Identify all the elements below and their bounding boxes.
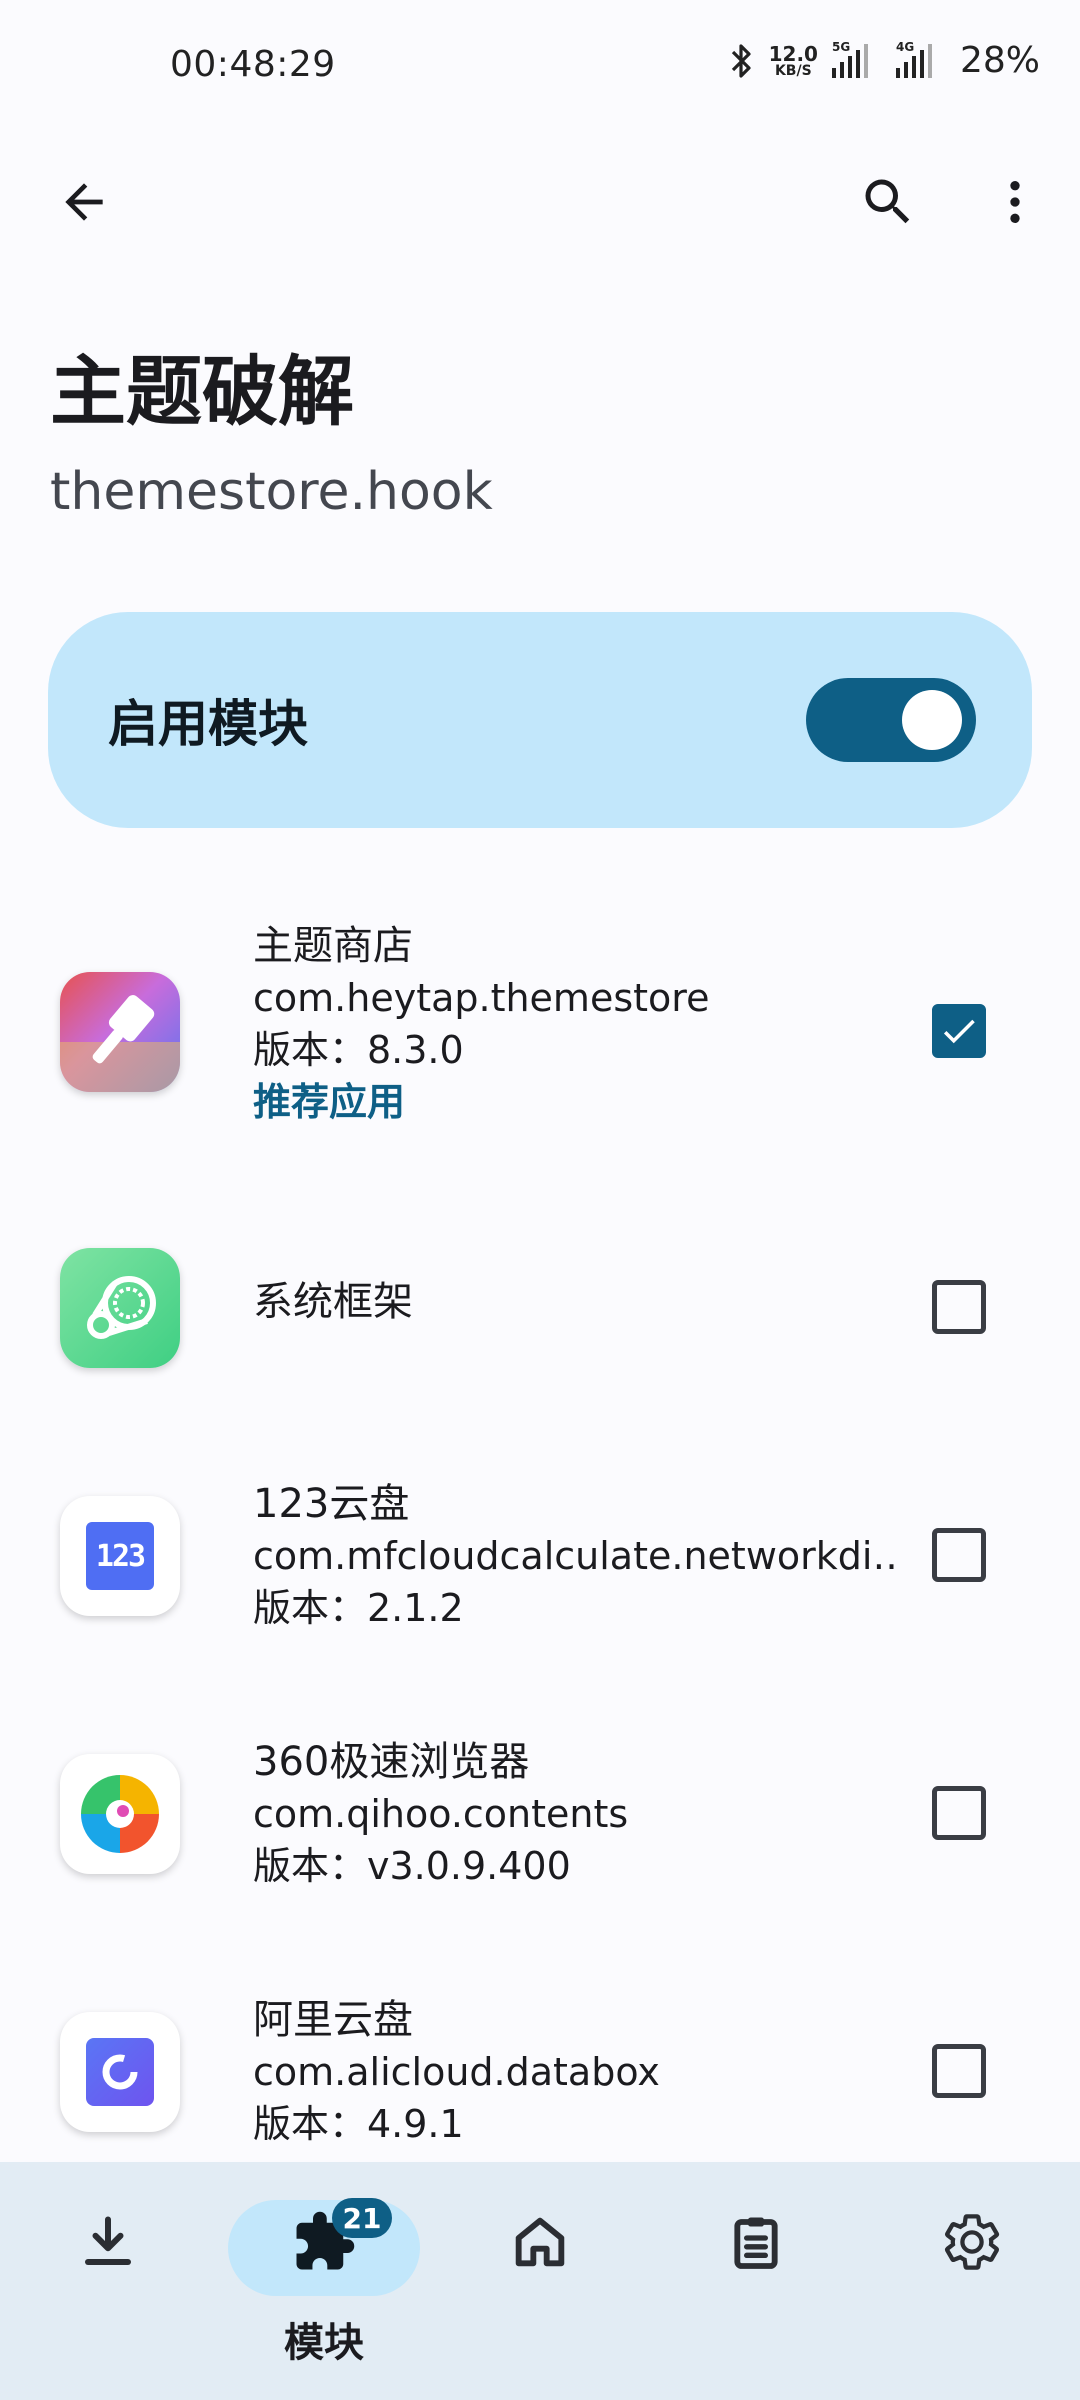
battery-level: 28% — [959, 40, 1040, 81]
app-name: 系统框架 — [253, 1279, 413, 1325]
more-options-button[interactable] — [975, 162, 1055, 242]
app-info: 360极速浏览器 com.qihoo.contents 版本：v3.0.9.40… — [253, 1736, 930, 1892]
app-version: 版本：4.9.1 — [253, 2102, 464, 2146]
bottom-navigation: 21 模块 — [0, 2162, 1080, 2400]
home-icon — [515, 2217, 565, 2267]
enable-module-switch[interactable] — [806, 678, 976, 762]
app-info: 系统框架 — [253, 1276, 930, 1328]
app-checkbox-system-framework[interactable] — [932, 1280, 986, 1334]
app-checkbox-360-browser[interactable] — [932, 1786, 986, 1840]
module-package-name: themestore.hook — [50, 462, 493, 522]
nav-item-settings[interactable] — [912, 2202, 1032, 2282]
aliyun-logo-mark — [86, 2038, 154, 2106]
bluetooth-icon — [731, 43, 751, 78]
status-time: 00:48:29 — [170, 44, 336, 85]
status-icons: 12.0 KB/S 5G 4G 28% — [729, 40, 1040, 81]
app-name: 主题商店 — [253, 923, 413, 969]
123-logo-mark: 123 — [86, 1522, 154, 1590]
gear-icon — [944, 2214, 1000, 2270]
app-package: com.mfcloudcalculate.networkdi‥ — [253, 1534, 898, 1578]
network-speed: 12.0 KB/S — [768, 41, 818, 79]
123pan-app-icon: 123 — [60, 1496, 180, 1616]
enable-module-label: 启用模块 — [108, 695, 308, 753]
switch-thumb — [902, 690, 962, 750]
search-icon — [865, 179, 910, 224]
app-version: 版本：v3.0.9.400 — [253, 1844, 571, 1888]
nav-label-modules: 模块 — [284, 2320, 364, 2366]
gear-belt-icon — [87, 1276, 156, 1339]
app-checkbox-123pan[interactable] — [932, 1528, 986, 1582]
nav-item-logs[interactable] — [696, 2202, 816, 2282]
app-name: 360极速浏览器 — [253, 1739, 530, 1785]
recommended-tag: 推荐应用 — [253, 1080, 406, 1124]
pinwheel-icon — [81, 1775, 159, 1853]
enable-module-card[interactable]: 启用模块 — [48, 612, 1032, 828]
cloud-ring-icon — [102, 2054, 138, 2090]
app-name: 阿里云盘 — [253, 1997, 413, 2043]
arrow-back-icon — [65, 183, 103, 221]
back-button[interactable] — [44, 162, 124, 242]
app-info: 主题商店 com.heytap.themestore 版本：8.3.0 推荐应用 — [253, 920, 930, 1128]
download-icon — [85, 2216, 131, 2265]
app-item-themestore[interactable]: 主题商店 com.heytap.themestore 版本：8.3.0 推荐应用 — [0, 920, 1080, 1160]
app-checkbox-themestore[interactable] — [932, 1004, 986, 1058]
app-name: 123云盘 — [253, 1481, 410, 1527]
app-package: com.heytap.themestore — [253, 976, 710, 1020]
aliyun-drive-app-icon — [60, 2012, 180, 2132]
app-item-system-framework[interactable]: 系统框架 — [0, 1240, 1080, 1370]
clipboard-icon — [734, 2217, 778, 2269]
system-framework-app-icon — [60, 1248, 180, 1368]
signal-4g-icon: 4G — [895, 40, 946, 78]
signal-5g-icon: 5G — [831, 40, 882, 78]
app-version: 版本：2.1.2 — [253, 1586, 464, 1630]
app-item-360-browser[interactable]: 360极速浏览器 com.qihoo.contents 版本：v3.0.9.40… — [0, 1736, 1080, 1916]
check-icon — [943, 1019, 975, 1044]
app-version: 版本：8.3.0 — [253, 1028, 464, 1072]
app-package: com.alicloud.databox — [253, 2050, 660, 2094]
paint-brush-icon — [60, 995, 180, 1092]
search-button[interactable] — [848, 162, 928, 242]
page-title: 主题破解 — [50, 347, 354, 436]
app-checkbox-aliyun-drive[interactable] — [932, 2044, 986, 2098]
app-info: 123云盘 com.mfcloudcalculate.networkdi‥ 版本… — [253, 1478, 930, 1634]
nav-item-home[interactable] — [480, 2202, 600, 2282]
app-item-aliyun-drive[interactable]: 阿里云盘 com.alicloud.databox 版本：4.9.1 — [0, 1994, 1080, 2162]
themestore-app-icon — [60, 972, 180, 1092]
app-package: com.qihoo.contents — [253, 1792, 629, 1836]
modules-count-badge: 21 — [332, 2198, 392, 2238]
app-item-123pan[interactable]: 123 123云盘 com.mfcloudcalculate.networkdi… — [0, 1478, 1080, 1658]
more-vert-icon — [1010, 181, 1020, 223]
nav-item-repository[interactable] — [48, 2202, 168, 2282]
360-browser-app-icon — [60, 1754, 180, 1874]
app-info: 阿里云盘 com.alicloud.databox 版本：4.9.1 — [253, 1994, 930, 2150]
